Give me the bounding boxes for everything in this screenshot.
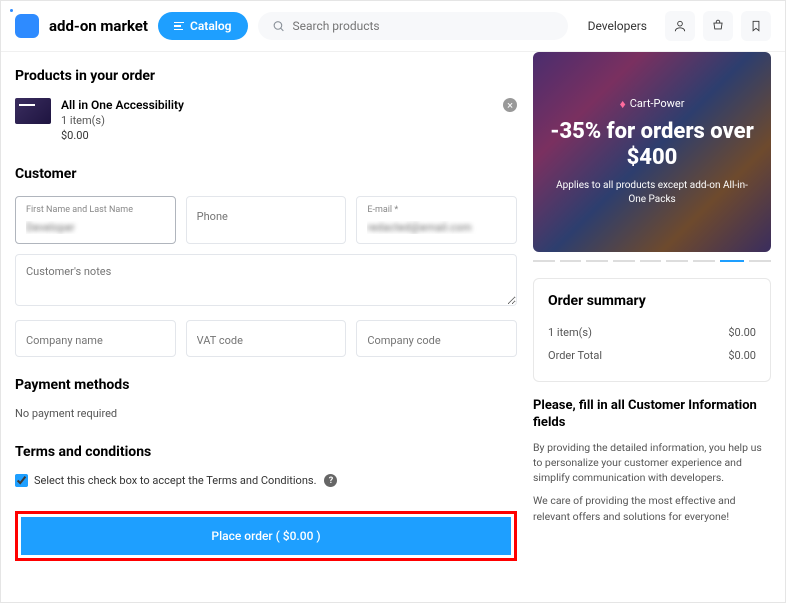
company-input[interactable] — [26, 334, 165, 347]
help-icon[interactable]: ? — [324, 474, 337, 487]
promo-brand: ♦ Cart-Power — [620, 97, 685, 111]
brand-name[interactable]: add-on market — [49, 17, 148, 35]
promo-headline: -35% for orders over $400 — [549, 119, 755, 172]
promo-brand-label: Cart-Power — [630, 97, 685, 110]
company-code-field[interactable] — [356, 320, 517, 357]
form-row-1: First Name and Last Name E-mail * — [15, 196, 517, 244]
summary-items-label: 1 item(s) — [548, 326, 592, 339]
summary-items-value: $0.00 — [728, 326, 756, 339]
summary-total-value: $0.00 — [728, 349, 756, 362]
promo-dot[interactable] — [586, 260, 608, 262]
menu-lines-icon — [174, 22, 184, 31]
phone-input[interactable] — [197, 210, 336, 223]
email-field[interactable]: E-mail * — [356, 196, 517, 244]
order-summary-card: Order summary 1 item(s) $0.00 Order Tota… — [533, 278, 771, 382]
first-name-label: First Name and Last Name — [26, 205, 165, 215]
customer-title: Customer — [15, 166, 517, 182]
place-order-highlight: Place order ( $0.00 ) — [15, 511, 517, 561]
promo-subtext: Applies to all products except add-on Al… — [549, 179, 755, 207]
info-block: Please, fill in all Customer Information… — [533, 398, 771, 524]
terms-label: Select this check box to accept the Term… — [34, 474, 316, 487]
place-order-button[interactable]: Place order ( $0.00 ) — [21, 517, 511, 555]
product-name[interactable]: All in One Accessibility — [61, 98, 184, 112]
promo-card[interactable]: ♦ Cart-Power -35% for orders over $400 A… — [533, 52, 771, 252]
payment-text: No payment required — [15, 407, 517, 420]
header: add-on market Catalog Developers — [1, 1, 785, 52]
company-code-input[interactable] — [367, 334, 506, 347]
promo-pagination — [533, 260, 771, 262]
header-right: Developers — [578, 11, 771, 41]
remove-product-button[interactable] — [503, 98, 517, 112]
main-content: Products in your order All in One Access… — [1, 52, 785, 561]
company-field[interactable] — [15, 320, 176, 357]
left-column: Products in your order All in One Access… — [15, 52, 517, 561]
info-p1: By providing the detailed information, y… — [533, 440, 771, 486]
first-name-field[interactable]: First Name and Last Name — [15, 196, 176, 244]
search-container[interactable] — [258, 12, 568, 40]
catalog-label: Catalog — [190, 19, 232, 33]
logo-icon[interactable] — [15, 14, 39, 38]
summary-total-label: Order Total — [548, 349, 602, 362]
summary-title: Order summary — [548, 293, 756, 309]
product-row: All in One Accessibility 1 item(s) $0.00 — [15, 98, 517, 142]
promo-dot[interactable] — [533, 260, 555, 262]
promo-dot[interactable] — [749, 260, 771, 262]
terms-title: Terms and conditions — [15, 444, 517, 460]
email-label: E-mail * — [367, 205, 506, 215]
product-price: $0.00 — [61, 129, 184, 142]
terms-checkbox[interactable] — [15, 474, 28, 487]
summary-row-total: Order Total $0.00 — [548, 344, 756, 367]
search-icon — [272, 19, 285, 33]
phone-field[interactable] — [186, 196, 347, 244]
product-qty: 1 item(s) — [61, 114, 184, 127]
cart-button[interactable] — [703, 11, 733, 41]
user-icon — [673, 19, 687, 33]
products-title: Products in your order — [15, 68, 517, 84]
promo-dot-active[interactable] — [720, 260, 745, 262]
bookmark-icon — [749, 19, 763, 33]
info-title: Please, fill in all Customer Information… — [533, 398, 771, 432]
product-thumbnail — [15, 98, 51, 124]
right-column: ♦ Cart-Power -35% for orders over $400 A… — [533, 52, 771, 561]
info-p2: We care of providing the most effective … — [533, 493, 771, 523]
form-row-2 — [15, 320, 517, 357]
first-name-input[interactable] — [26, 221, 165, 234]
promo-dot[interactable] — [693, 260, 715, 262]
promo-dot[interactable] — [560, 260, 582, 262]
terms-row: Select this check box to accept the Term… — [15, 474, 517, 487]
promo-dot[interactable] — [613, 260, 635, 262]
search-input[interactable] — [292, 19, 553, 33]
notes-textarea[interactable] — [15, 254, 517, 306]
bookmark-button[interactable] — [741, 11, 771, 41]
cart-icon — [711, 19, 725, 33]
promo-dot[interactable] — [640, 260, 662, 262]
vat-field[interactable] — [186, 320, 347, 357]
catalog-button[interactable]: Catalog — [158, 12, 248, 40]
summary-row-items: 1 item(s) $0.00 — [548, 321, 756, 344]
email-input[interactable] — [367, 221, 506, 234]
account-button[interactable] — [665, 11, 695, 41]
cart-power-icon: ♦ — [620, 97, 626, 111]
product-info: All in One Accessibility 1 item(s) $0.00 — [61, 98, 184, 142]
vat-input[interactable] — [197, 334, 336, 347]
developers-link[interactable]: Developers — [578, 13, 657, 39]
payment-title: Payment methods — [15, 377, 517, 393]
promo-dot[interactable] — [666, 260, 688, 262]
